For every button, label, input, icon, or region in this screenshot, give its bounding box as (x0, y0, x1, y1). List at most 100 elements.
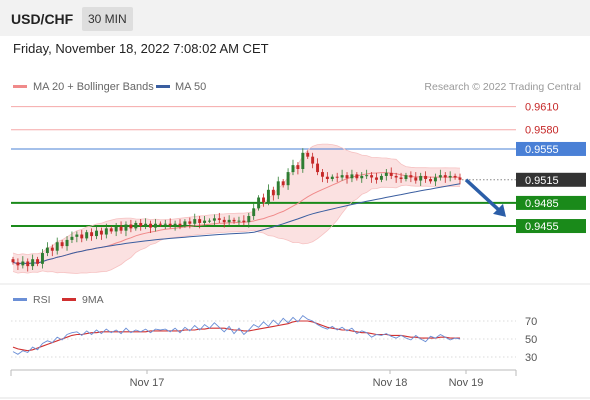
candle-body (50, 247, 54, 251)
candle-body (208, 220, 211, 222)
rsi-tick-30: 30 (525, 352, 537, 364)
candle-body (232, 219, 236, 222)
candle-body (281, 181, 285, 186)
legend-swatch-rsi (13, 298, 27, 301)
x-tick-label: Nov 19 (449, 377, 484, 389)
candle-body (139, 222, 143, 227)
candle-body (144, 223, 148, 227)
candle-body (453, 175, 457, 178)
legend-swatch-ma50 (156, 85, 170, 88)
candle-body (424, 175, 428, 180)
candle-body (109, 228, 113, 232)
rsi-ma-line (12, 320, 460, 352)
candle-body (242, 220, 246, 223)
candle-body (237, 220, 241, 222)
candle-body (153, 223, 157, 228)
level-label-0.9610: 0.9610 (525, 102, 559, 114)
candle-body (252, 208, 256, 217)
candle-body (104, 228, 108, 235)
candle-body (222, 219, 226, 223)
level-label-0.9580: 0.9580 (525, 125, 559, 137)
candle-body (21, 261, 25, 266)
candle-body (203, 220, 207, 223)
candle-body (296, 165, 300, 169)
candle-body (311, 156, 315, 164)
candle-body (301, 152, 305, 169)
candle-body (350, 174, 354, 179)
candle-body (99, 230, 103, 235)
candle-body (399, 177, 403, 180)
candle-body (178, 223, 182, 226)
candle-body (340, 175, 344, 178)
candle-body (320, 172, 324, 177)
candle-body (414, 177, 418, 181)
candle-body (360, 175, 364, 179)
legend-ma50: MA 50 (175, 81, 206, 93)
candle-body (409, 175, 413, 178)
bollinger-band-fill (13, 144, 460, 274)
candle-body (375, 177, 378, 180)
candle-body (188, 221, 192, 224)
candle-body (370, 175, 374, 178)
candle-body (65, 239, 69, 247)
candle-body (55, 242, 59, 251)
candle-body (271, 189, 275, 196)
candle-body (316, 163, 320, 173)
candle-body (335, 176, 339, 178)
candle-body (419, 175, 423, 181)
candle-body (26, 261, 30, 267)
candle-body (124, 224, 128, 231)
candle-body (330, 176, 334, 180)
candle-body (168, 223, 172, 226)
candle-body (198, 219, 202, 223)
candle-body (95, 230, 98, 237)
candle-body (458, 177, 462, 180)
candle-body (212, 218, 216, 221)
candle-body (36, 259, 40, 264)
candle-body (11, 259, 15, 263)
candle-body (60, 242, 64, 247)
candle-body (85, 232, 89, 239)
candle-body (394, 175, 398, 178)
candle-body (129, 224, 133, 229)
candle-body (365, 175, 369, 177)
candle-body (45, 247, 49, 254)
level-label-0.9555: 0.9555 (525, 144, 559, 156)
candle-body (247, 216, 251, 223)
rsi-tick-50: 50 (525, 334, 537, 346)
candle-body (306, 152, 310, 157)
candle-body (16, 262, 20, 266)
chart-widget: USD/CHF 30 MIN Friday, November 18, 2022… (0, 0, 590, 400)
candle-body (389, 172, 393, 176)
candle-body (217, 218, 221, 220)
candle-body (149, 223, 153, 228)
legend-bollinger: MA 20 + Bollinger Bands (33, 81, 154, 93)
candle-body (438, 175, 442, 178)
candle-body (158, 223, 162, 225)
candle (257, 195, 261, 211)
candle-body (119, 226, 123, 231)
candle-body (433, 177, 437, 182)
candle-body (443, 175, 447, 178)
candle-body (325, 176, 329, 180)
candle-body (404, 175, 408, 180)
candle-body (114, 226, 118, 232)
candle-body (80, 234, 84, 239)
candle-body (379, 175, 383, 180)
candle-body (291, 165, 295, 173)
candle-body (266, 189, 270, 203)
candle-body (276, 181, 280, 196)
level-label-0.9515: 0.9515 (525, 175, 559, 187)
candle-body (70, 236, 74, 240)
candle-body (262, 197, 265, 203)
legend-swatch-bollinger (13, 85, 27, 88)
candle-body (227, 219, 231, 223)
candle-body (40, 253, 44, 264)
price-chart: MA 20 + Bollinger Bands MA 50 Research ©… (0, 81, 590, 399)
legend-swatch-rsi-ma (62, 298, 76, 301)
candle-body (173, 223, 177, 226)
candle-body (75, 234, 79, 237)
watermark: Research © 2022 Trading Central (424, 81, 581, 93)
candle-body (183, 221, 187, 226)
candle-body (31, 259, 35, 267)
